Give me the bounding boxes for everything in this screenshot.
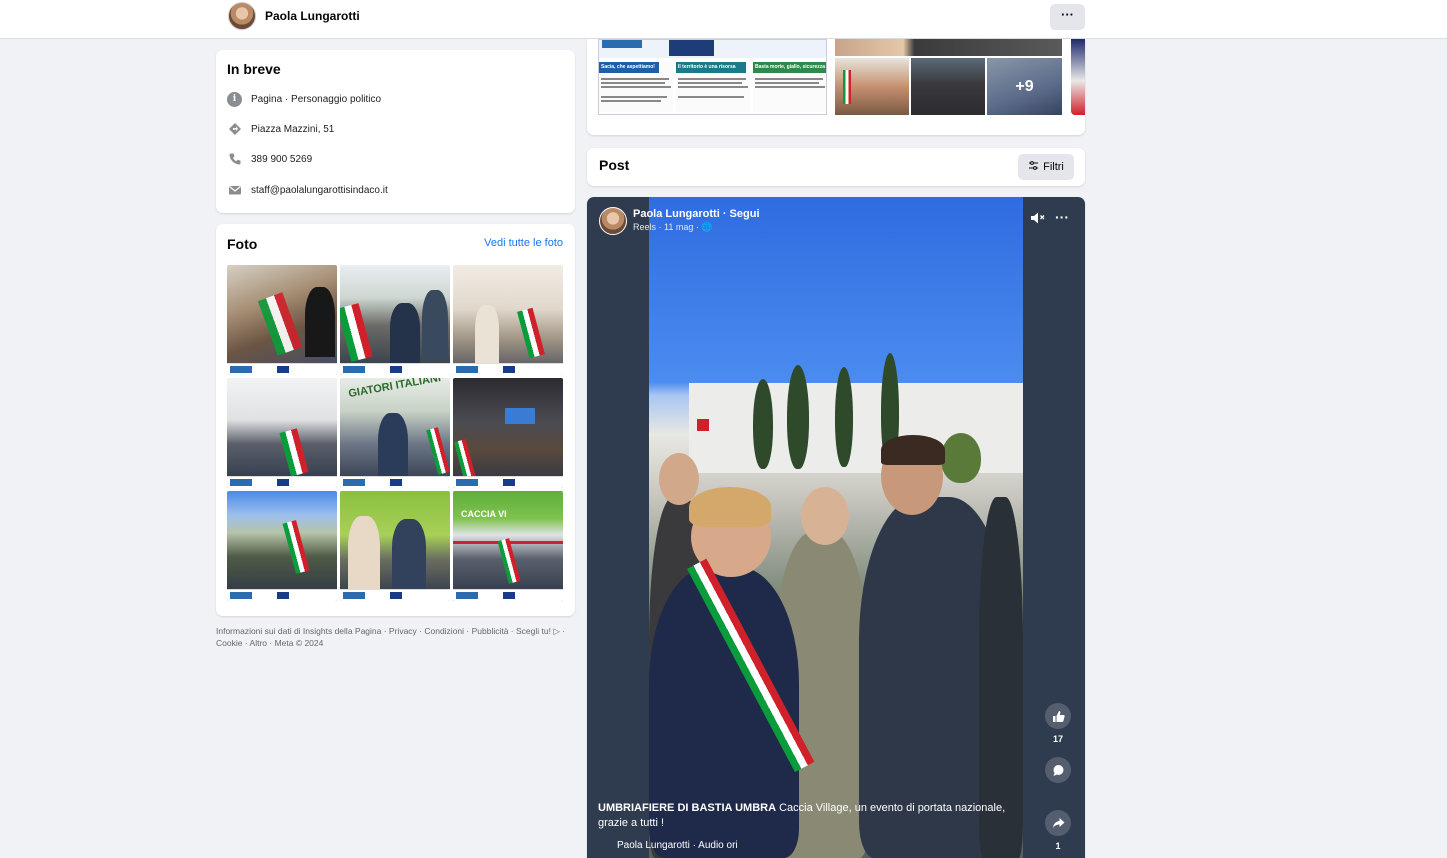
posts-title: Post: [599, 157, 630, 173]
photos-title: Foto: [227, 236, 258, 252]
intro-address[interactable]: Piazza Mazzini, 51: [227, 121, 334, 137]
photo-grid: GIATORI ITALIANI CACCIA VI: [227, 265, 564, 601]
gallery-image[interactable]: [911, 58, 985, 115]
share-button[interactable]: [1045, 810, 1071, 836]
reel-author[interactable]: Paola Lungarotti · Segui: [633, 208, 760, 220]
page-header-bar: Paola Lungarotti ···: [0, 0, 1447, 39]
gallery-image[interactable]: [835, 39, 1062, 56]
document-image[interactable]: Sacia, che aspettiamo! Il territorio è u…: [598, 39, 827, 115]
reel-meta: Reels · 11 mag · 🌐: [633, 222, 713, 232]
page-avatar[interactable]: [228, 2, 256, 30]
doc-heading-3: Basta morte, giallo, sicurezza stessa!: [753, 62, 826, 73]
photo-thumbnail[interactable]: [227, 491, 337, 601]
doc-heading-1: Sacia, che aspettiamo!: [599, 62, 659, 73]
photo-thumbnail[interactable]: [227, 378, 337, 488]
reel-caption-title: UMBRIAFIERE DI BASTIA UMBRA: [598, 802, 777, 814]
more-options-button[interactable]: ···: [1050, 4, 1085, 30]
photo-thumbnail[interactable]: [340, 265, 450, 375]
reel-more-options-icon[interactable]: ···: [1055, 209, 1069, 225]
intro-address-text[interactable]: Piazza Mazzini, 51: [251, 124, 334, 135]
posts-header: Post Filtri: [587, 148, 1085, 186]
share-count: 1: [1055, 841, 1061, 851]
reel-author-avatar[interactable]: [599, 207, 627, 235]
photo-thumbnail[interactable]: GIATORI ITALIANI: [340, 378, 450, 488]
photo-thumbnail[interactable]: [227, 265, 337, 375]
mute-icon[interactable]: [1030, 211, 1046, 228]
see-all-photos-link[interactable]: Vedi tutte le foto: [484, 237, 563, 249]
media-card: Sacia, che aspettiamo! Il territorio è u…: [587, 39, 1085, 135]
filter-label: Filtri: [1043, 161, 1064, 173]
comment-button[interactable]: [1045, 757, 1071, 783]
intro-phone-text[interactable]: 389 900 5269: [251, 154, 312, 165]
intro-phone[interactable]: 389 900 5269: [227, 151, 312, 167]
intro-category: i Pagina · Personaggio politico: [227, 91, 381, 107]
page-name[interactable]: Paola Lungarotti: [265, 9, 360, 23]
filter-icon: [1028, 160, 1039, 174]
intro-email-text[interactable]: staff@paolalungarottisindaco.it: [251, 185, 388, 196]
like-button[interactable]: [1045, 703, 1071, 729]
intro-email[interactable]: staff@paolalungarottisindaco.it: [227, 182, 388, 198]
info-icon: i: [227, 91, 242, 107]
like-count: 17: [1052, 734, 1063, 744]
phone-icon: [227, 152, 242, 167]
photo-thumbnail[interactable]: [453, 378, 563, 488]
footer-links[interactable]: Informazioni sui dati di Insights della …: [216, 625, 578, 649]
gallery-image[interactable]: +9: [987, 58, 1062, 115]
gallery-image[interactable]: [835, 58, 909, 115]
more-photos-count[interactable]: +9: [987, 58, 1062, 115]
photo-thumbnail[interactable]: CACCIA VI: [453, 491, 563, 601]
reel-caption[interactable]: UMBRIAFIERE DI BASTIA UMBRA Caccia Villa…: [598, 801, 1026, 831]
filter-button[interactable]: Filtri: [1018, 154, 1074, 180]
location-icon: [227, 122, 242, 137]
gallery-image[interactable]: [1071, 39, 1085, 115]
doc-heading-2: Il territorio è una risorsa: [676, 62, 746, 73]
intro-category-text: Pagina · Personaggio politico: [251, 93, 382, 105]
email-icon: [227, 183, 242, 198]
photo-thumbnail[interactable]: [453, 265, 563, 375]
photo-thumbnail[interactable]: [340, 491, 450, 601]
photos-card: Foto Vedi tutte le foto GIATORI ITALIANI: [216, 224, 575, 616]
reel-post[interactable]: Paola Lungarotti · Segui Reels · 11 mag …: [587, 197, 1085, 858]
reel-video[interactable]: [649, 197, 1023, 858]
intro-card: In breve i Pagina · Personaggio politico…: [216, 50, 575, 213]
reel-audio[interactable]: Paola Lungarotti · Audio ori: [617, 840, 738, 851]
intro-title: In breve: [227, 61, 281, 77]
